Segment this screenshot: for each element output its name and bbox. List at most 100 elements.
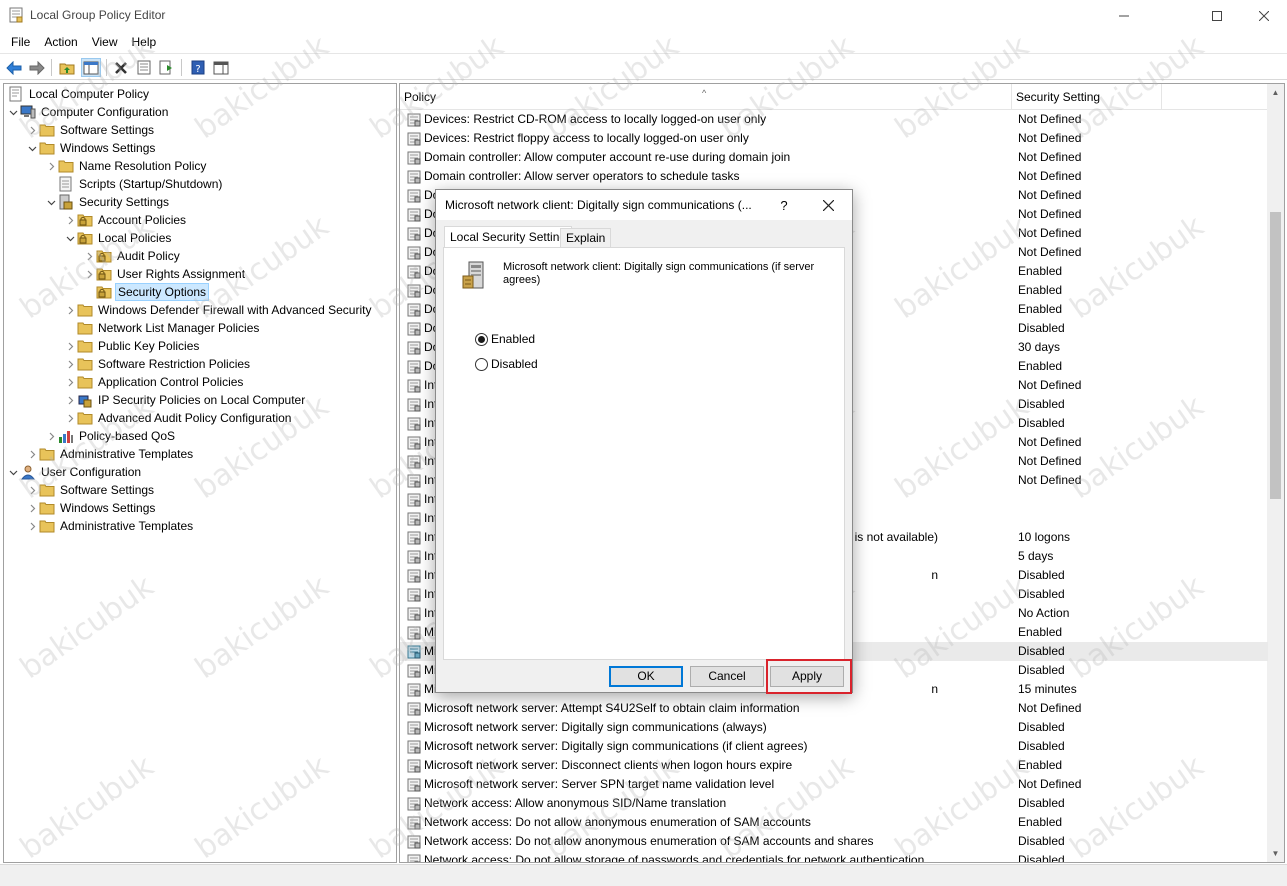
maximize-button[interactable]	[1194, 0, 1240, 31]
policy-setting-icon	[407, 835, 421, 849]
chevron-right-icon[interactable]	[65, 355, 75, 373]
chevron-right-icon[interactable]	[27, 445, 37, 463]
tree-item[interactable]: Administrative Templates	[27, 517, 195, 535]
tree-item-label: Name Resolution Policy	[79, 159, 207, 173]
tree-item[interactable]: Software Settings	[27, 121, 156, 139]
show-hide-console-tree-button[interactable]	[81, 58, 101, 77]
policy-row[interactable]: Devices: Restrict CD-ROM access to local…	[400, 110, 1268, 129]
policy-row[interactable]: Microsoft network server: Digitally sign…	[400, 718, 1268, 737]
tree-item[interactable]: IP Security Policies on Local Computer	[65, 391, 307, 409]
chevron-down-icon[interactable]	[8, 103, 18, 121]
chevron-down-icon[interactable]	[46, 193, 56, 211]
chevron-right-icon[interactable]	[27, 481, 37, 499]
policy-setting-icon	[407, 227, 421, 241]
export-list-button[interactable]	[157, 58, 177, 77]
policy-cell: Domain controller: Allow computer accoun…	[407, 149, 790, 166]
radio-enabled[interactable]: Enabled	[475, 332, 535, 346]
chevron-right-icon[interactable]	[46, 427, 56, 445]
tree-item[interactable]: Computer Configuration	[8, 103, 170, 121]
scroll-up-arrow-icon[interactable]: ▲	[1267, 84, 1284, 101]
tree-item[interactable]: Software Restriction Policies	[65, 355, 252, 373]
console-tree-pane[interactable]: Local Computer Policy Computer Configurat…	[3, 83, 397, 863]
chevron-right-icon[interactable]	[65, 409, 75, 427]
chevron-down-icon[interactable]	[8, 463, 18, 481]
chevron-right-icon[interactable]	[84, 265, 94, 283]
tree-item-label: User Configuration	[41, 465, 142, 479]
chevron-down-icon[interactable]	[27, 139, 37, 157]
policy-row[interactable]: Microsoft network server: Attempt S4U2Se…	[400, 699, 1268, 718]
tree-item[interactable]: Account Policies	[65, 211, 188, 229]
chevron-right-icon[interactable]	[65, 337, 75, 355]
chevron-right-icon[interactable]	[84, 247, 94, 265]
menu-view[interactable]: View	[85, 31, 125, 53]
close-window-button[interactable]	[1241, 0, 1287, 31]
policy-row[interactable]: Domain controller: Allow server operator…	[400, 167, 1268, 186]
chevron-right-icon[interactable]	[65, 211, 75, 229]
tree-item[interactable]: User Rights Assignment	[84, 265, 247, 283]
column-header-policy[interactable]: Policy ^	[400, 84, 1012, 110]
up-one-level-button[interactable]	[57, 58, 77, 77]
tree-item[interactable]: Scripts (Startup/Shutdown)	[46, 175, 224, 193]
dialog-close-button[interactable]	[810, 192, 846, 218]
radio-disabled-dot[interactable]	[475, 357, 488, 371]
menu-file[interactable]: File	[4, 31, 37, 53]
ok-button[interactable]: OK	[609, 666, 683, 687]
column-header-security-setting[interactable]: Security Setting	[1012, 84, 1162, 110]
tree-item[interactable]: Windows Defender Firewall with Advanced …	[65, 301, 373, 319]
chevron-right-icon[interactable]	[27, 121, 37, 139]
cancel-button[interactable]: Cancel	[690, 666, 764, 687]
chevron-right-icon[interactable]	[65, 373, 75, 391]
chevron-right-icon[interactable]	[46, 157, 56, 175]
policy-row[interactable]: Network access: Do not allow anonymous e…	[400, 813, 1268, 832]
show-action-pane-button[interactable]	[211, 58, 231, 77]
forward-button[interactable]	[27, 58, 47, 77]
tree-item[interactable]: Local Computer Policy	[6, 85, 151, 103]
tree-item[interactable]: Public Key Policies	[65, 337, 201, 355]
scroll-down-arrow-icon[interactable]: ▼	[1267, 845, 1284, 862]
security-setting-value: Enabled	[1018, 625, 1063, 639]
chevron-down-icon[interactable]	[65, 229, 75, 247]
tab-local-security-setting[interactable]: Local Security Setting	[444, 226, 573, 248]
minimize-button[interactable]	[1101, 0, 1147, 31]
tree-item[interactable]: Name Resolution Policy	[46, 157, 208, 175]
scrollbar-thumb[interactable]	[1270, 212, 1281, 499]
tree-item[interactable]: Network List Manager Policies	[65, 319, 261, 337]
radio-enabled-dot[interactable]	[475, 332, 488, 346]
chevron-right-icon[interactable]	[65, 301, 75, 319]
policy-row[interactable]: Network access: Do not allow anonymous e…	[400, 832, 1268, 851]
policy-row[interactable]: Network access: Do not allow storage of …	[400, 851, 1268, 862]
help-button[interactable]: ?	[188, 58, 208, 77]
policy-row[interactable]: Domain controller: Allow computer accoun…	[400, 148, 1268, 167]
tree-item[interactable]: Security Options	[84, 283, 210, 301]
dialog-help-button[interactable]: ?	[770, 194, 798, 216]
policy-row[interactable]: Microsoft network server: Digitally sign…	[400, 737, 1268, 756]
menu-help[interactable]: Help	[125, 31, 164, 53]
delete-button[interactable]	[111, 58, 131, 77]
tab-explain[interactable]: Explain	[560, 228, 612, 247]
radio-disabled[interactable]: Disabled	[475, 357, 538, 371]
menu-action[interactable]: Action	[37, 31, 84, 53]
properties-button[interactable]	[134, 58, 154, 77]
policy-name: Microsoft network server: Disconnect cli…	[424, 758, 793, 772]
chevron-right-icon[interactable]	[65, 391, 75, 409]
tree-item[interactable]: Policy-based QoS	[46, 427, 177, 445]
tree-item[interactable]: Windows Settings	[27, 499, 157, 517]
tree-item[interactable]: Audit Policy	[84, 247, 182, 265]
tree-item[interactable]: Advanced Audit Policy Configuration	[65, 409, 293, 427]
policy-row[interactable]: Network access: Allow anonymous SID/Name…	[400, 794, 1268, 813]
tree-item[interactable]: User Configuration	[8, 463, 143, 481]
security-setting-value: Not Defined	[1018, 378, 1082, 392]
tree-item[interactable]: Application Control Policies	[65, 373, 245, 391]
policy-row[interactable]: Microsoft network server: Disconnect cli…	[400, 756, 1268, 775]
tree-item[interactable]: Security Settings	[46, 193, 171, 211]
vertical-scrollbar[interactable]: ▲ ▼	[1267, 84, 1284, 862]
tree-item[interactable]: Software Settings	[27, 481, 156, 499]
policy-row[interactable]: Devices: Restrict floppy access to local…	[400, 129, 1268, 148]
tree-item[interactable]: Windows Settings	[27, 139, 157, 157]
chevron-right-icon[interactable]	[27, 499, 37, 517]
back-button[interactable]	[4, 58, 24, 77]
chevron-right-icon[interactable]	[27, 517, 37, 535]
policy-row[interactable]: Microsoft network server: Server SPN tar…	[400, 775, 1268, 794]
tree-item[interactable]: Local Policies	[65, 229, 173, 247]
tree-item[interactable]: Administrative Templates	[27, 445, 195, 463]
